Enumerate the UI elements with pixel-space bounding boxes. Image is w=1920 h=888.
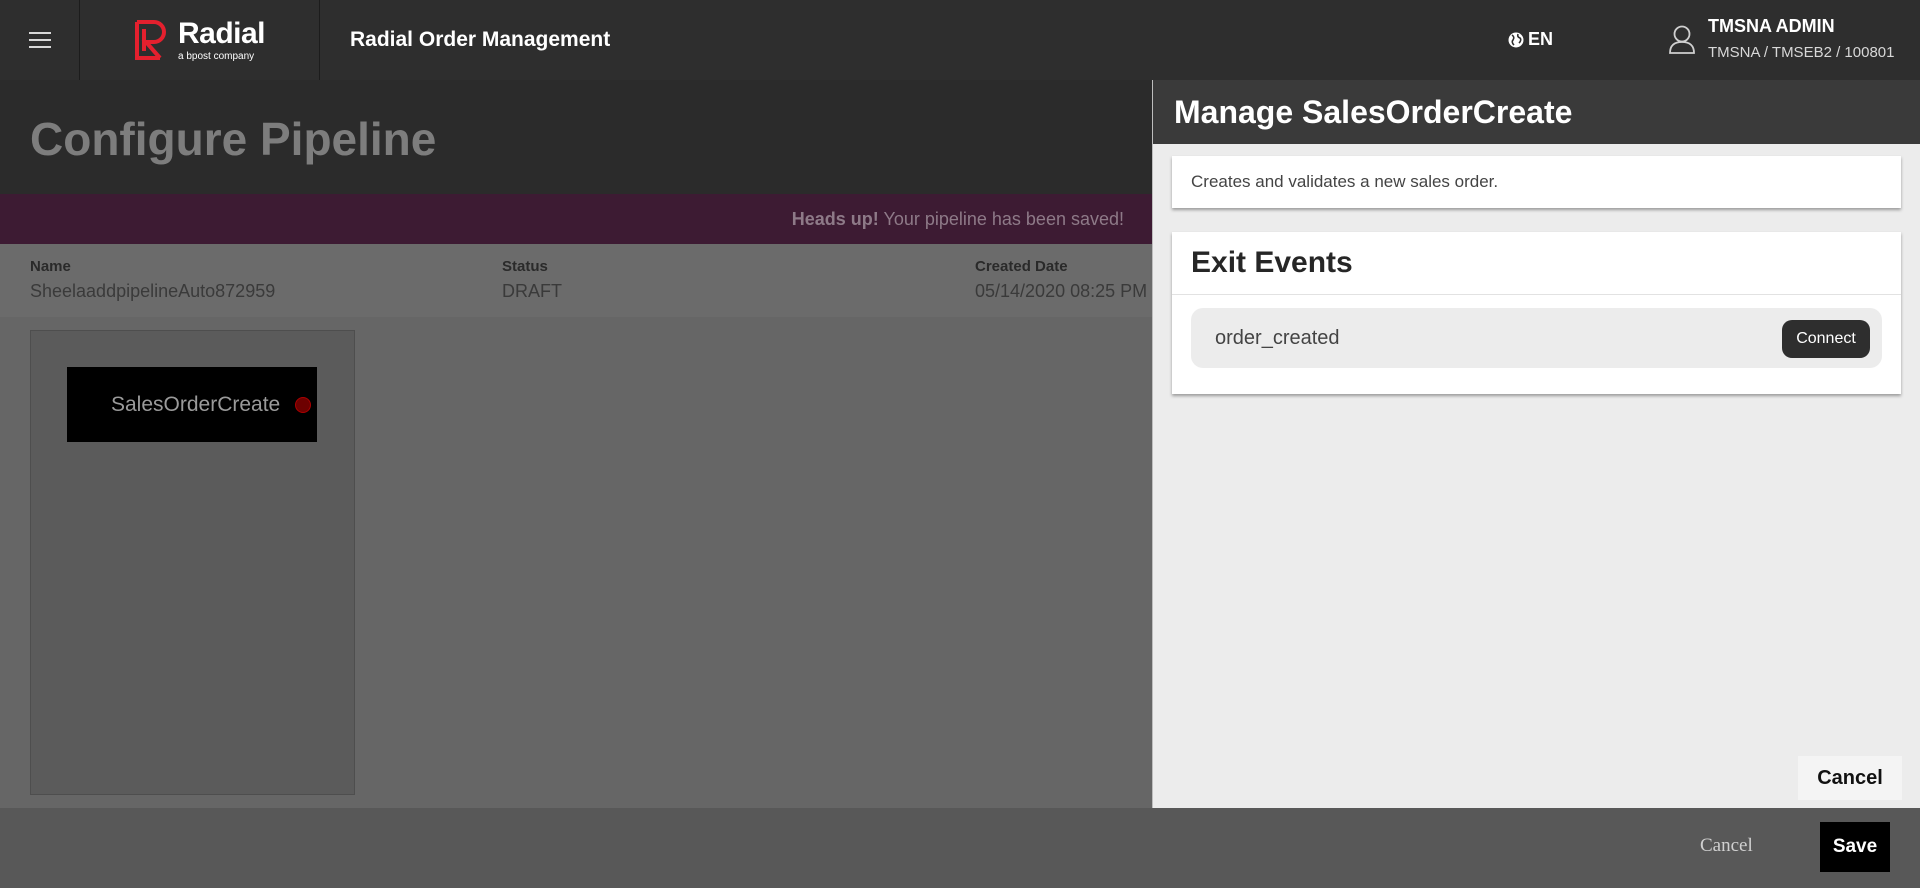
exit-event-row: order_created Connect [1191, 308, 1882, 368]
exit-event-name: order_created [1215, 327, 1340, 349]
exit-events-card: Exit Events order_created Connect [1172, 232, 1901, 394]
status-field: Status DRAFT [502, 258, 562, 302]
created-date-value: 05/14/2020 08:25 PM [975, 281, 1148, 301]
created-date-field: Created Date 05/14/2020 08:25 PM [975, 258, 1147, 302]
alert-strong: Heads up! [791, 209, 879, 229]
logo-name: Radial [177, 16, 266, 50]
alert-message: Heads up! Your pipeline has been saved! [792, 209, 1124, 230]
node-description: Creates and validates a new sales order. [1172, 156, 1901, 208]
user-menu[interactable]: TMSNA ADMIN TMSNA / TMSEB2 / 100801 [1668, 16, 1894, 61]
radial-logo[interactable]: Radial a bpost company [80, 0, 320, 80]
page-title: Configure Pipeline [30, 113, 437, 165]
hamburger-menu-button[interactable] [0, 0, 80, 80]
footer-save-button[interactable]: Save [1820, 822, 1890, 872]
name-label: Name [30, 258, 71, 275]
name-field: Name SheelaaddpipelineAuto872959 [30, 258, 275, 302]
name-value: SheelaaddpipelineAuto872959 [30, 281, 276, 301]
user-context: TMSNA / TMSEB2 / 100801 [1708, 44, 1895, 61]
footer-bar: Cancel Save [0, 808, 1920, 888]
status-label: Status [502, 258, 548, 275]
node-label: SalesOrderCreate [111, 392, 281, 416]
top-bar: Radial a bpost company Radial Order Mana… [0, 0, 1920, 80]
pipeline-info-row: Name SheelaaddpipelineAuto872959 Status … [0, 244, 1152, 317]
radial-logo-mark-icon [134, 20, 166, 60]
pipeline-node-salesordercreate[interactable]: SalesOrderCreate [67, 367, 317, 442]
app-title: Radial Order Management [350, 28, 611, 51]
user-icon [1669, 25, 1695, 54]
page-title-bar: Configure Pipeline [0, 80, 1152, 194]
status-value: DRAFT [502, 281, 562, 301]
connect-button[interactable]: Connect [1782, 320, 1870, 358]
user-name: TMSNA ADMIN [1708, 16, 1835, 36]
created-date-label: Created Date [975, 258, 1068, 275]
language-label: EN [1528, 29, 1554, 49]
node-connector-dot[interactable] [295, 397, 311, 413]
footer-cancel-button[interactable]: Cancel [1700, 835, 1753, 857]
language-selector[interactable]: EN [1508, 29, 1553, 50]
panel-cancel-button[interactable]: Cancel [1798, 756, 1902, 800]
exit-events-title: Exit Events [1172, 232, 1901, 295]
globe-icon [1508, 32, 1524, 47]
alert-text: Your pipeline has been saved! [878, 209, 1124, 229]
panel-title: Manage SalesOrderCreate [1153, 80, 1920, 144]
saved-alert: Heads up! Your pipeline has been saved! [0, 194, 1152, 244]
manage-node-panel: Manage SalesOrderCreate Creates and vali… [1152, 80, 1920, 808]
hamburger-icon [28, 32, 51, 48]
logo-tagline: a bpost company [177, 50, 255, 62]
